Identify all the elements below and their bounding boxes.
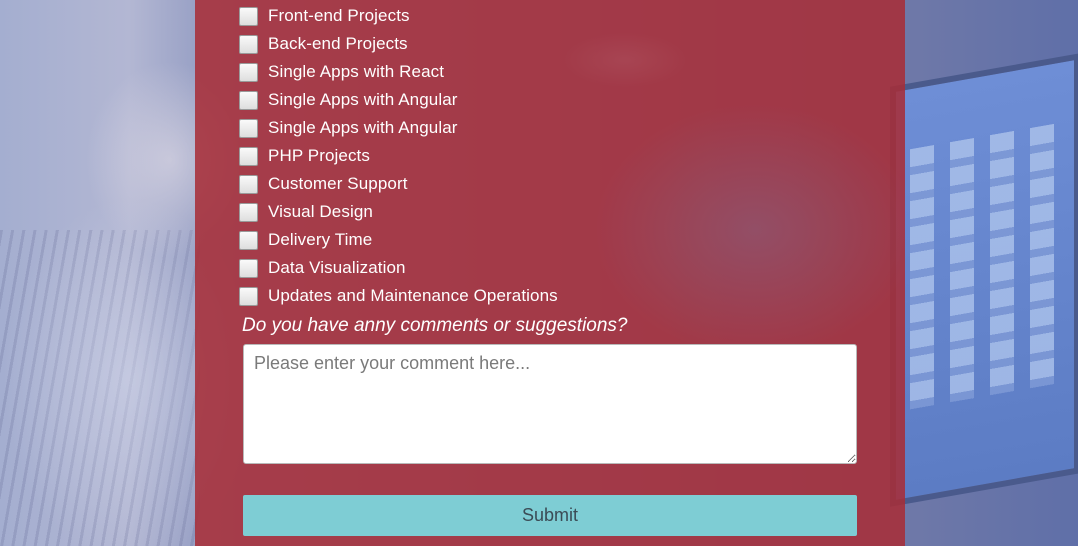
option-back-end-projects[interactable]: Back-end Projects bbox=[239, 33, 408, 55]
monitor-column bbox=[990, 130, 1014, 396]
option-data-visualization[interactable]: Data Visualization bbox=[239, 257, 406, 279]
option-delivery-time[interactable]: Delivery Time bbox=[239, 229, 372, 251]
option-label: Updates and Maintenance Operations bbox=[268, 286, 558, 305]
option-label: Back-end Projects bbox=[268, 34, 408, 53]
survey-form: Front-end Projects Back-end Projects Sin… bbox=[195, 0, 905, 546]
option-label: Customer Support bbox=[268, 174, 408, 193]
checkbox[interactable] bbox=[239, 174, 258, 194]
checkbox[interactable] bbox=[239, 6, 258, 26]
checkbox[interactable] bbox=[239, 146, 258, 166]
option-label: Single Apps with React bbox=[268, 62, 445, 81]
option-label: Data Visualization bbox=[268, 258, 406, 277]
option-customer-support[interactable]: Customer Support bbox=[239, 173, 408, 195]
monitor-column bbox=[1030, 123, 1054, 389]
comment-textarea[interactable] bbox=[243, 344, 857, 464]
monitor-column bbox=[910, 144, 934, 410]
checkbox[interactable] bbox=[239, 90, 258, 110]
checkbox[interactable] bbox=[239, 230, 258, 250]
monitor-column bbox=[950, 137, 974, 403]
option-php-projects[interactable]: PHP Projects bbox=[239, 145, 370, 167]
option-visual-design[interactable]: Visual Design bbox=[239, 201, 373, 223]
checkbox[interactable] bbox=[239, 62, 258, 82]
background-monitor bbox=[890, 53, 1078, 507]
checkbox[interactable] bbox=[239, 258, 258, 278]
option-label: Delivery Time bbox=[268, 230, 373, 249]
option-label: Visual Design bbox=[268, 202, 373, 221]
submit-button[interactable]: Submit bbox=[243, 495, 857, 536]
checkbox[interactable] bbox=[239, 118, 258, 138]
option-single-apps-angular[interactable]: Single Apps with Angular bbox=[239, 89, 458, 111]
option-label: Single Apps with Angular bbox=[268, 90, 458, 109]
checkbox[interactable] bbox=[239, 286, 258, 306]
checkbox[interactable] bbox=[239, 34, 258, 54]
checkbox[interactable] bbox=[239, 202, 258, 222]
option-label: Single Apps with Angular bbox=[268, 118, 458, 137]
option-single-apps-angular-2[interactable]: Single Apps with Angular bbox=[239, 117, 458, 139]
comments-question: Do you have anny comments or suggestions… bbox=[242, 315, 628, 336]
option-single-apps-react[interactable]: Single Apps with React bbox=[239, 61, 444, 83]
option-updates-maintenance[interactable]: Updates and Maintenance Operations bbox=[239, 285, 558, 307]
option-front-end-projects[interactable]: Front-end Projects bbox=[239, 5, 410, 27]
option-label: Front-end Projects bbox=[268, 6, 410, 25]
option-label: PHP Projects bbox=[268, 146, 370, 165]
